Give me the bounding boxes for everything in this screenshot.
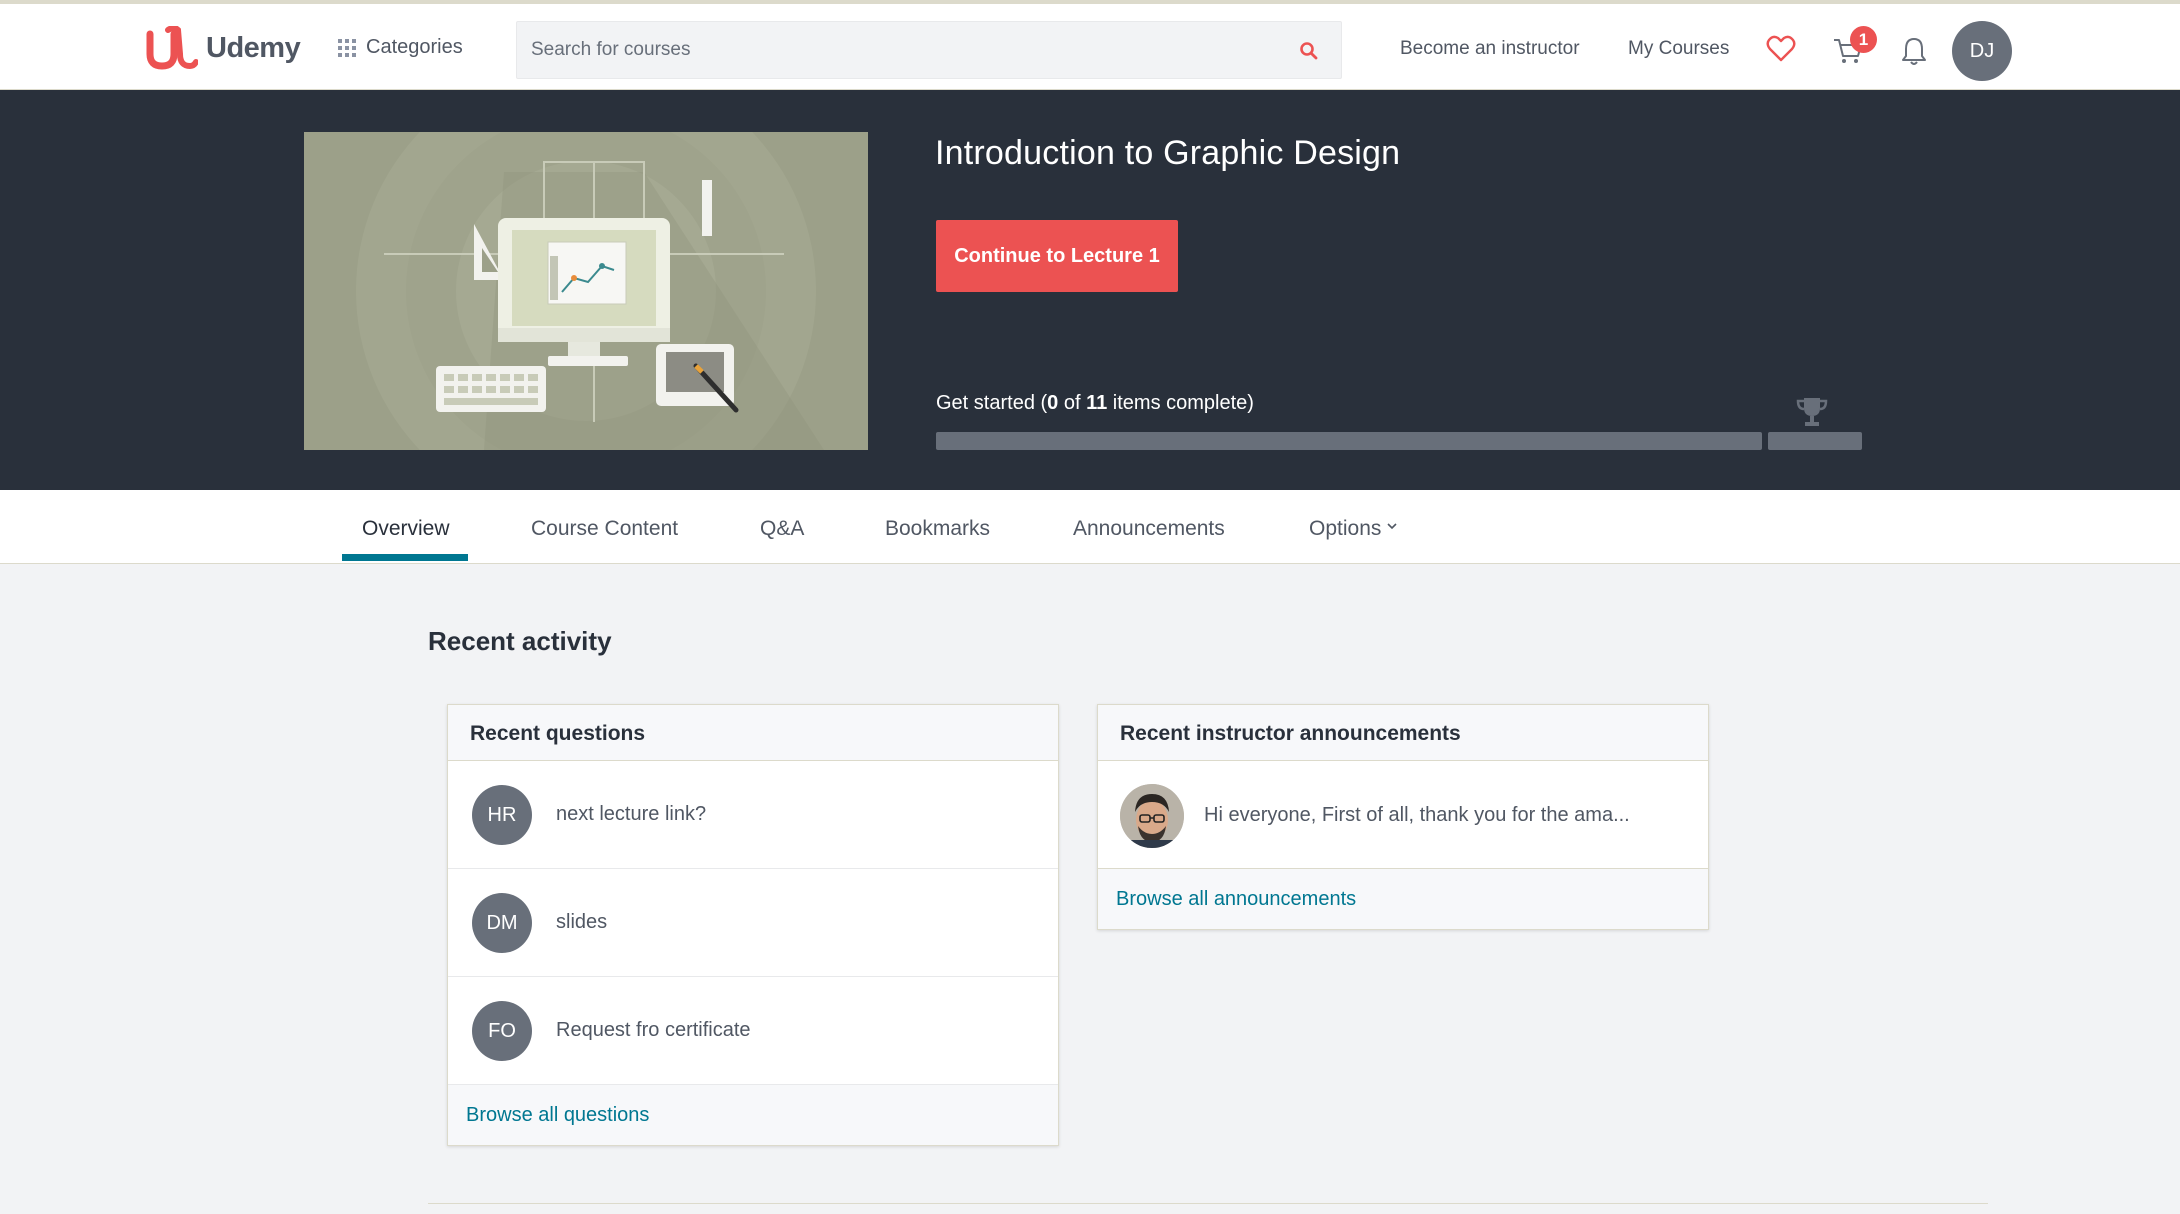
- my-courses-link[interactable]: My Courses: [1628, 38, 1729, 60]
- recent-questions-card: Recent questions HR next lecture link? D…: [447, 704, 1059, 1146]
- question-title[interactable]: slides: [556, 911, 607, 934]
- recent-announcements-header: Recent instructor announcements: [1098, 705, 1708, 761]
- avatar: HR: [472, 785, 532, 845]
- course-tabs: Overview Course Content Q&A Bookmarks An…: [0, 490, 2180, 564]
- search-input[interactable]: [531, 22, 1271, 78]
- udemy-logo-icon: [146, 26, 198, 70]
- recent-activity-heading: Recent activity: [428, 626, 612, 656]
- search-icon[interactable]: [1299, 41, 1319, 61]
- grid-icon: [338, 38, 356, 57]
- progress-completed: 0: [1047, 392, 1059, 414]
- course-thumbnail: [304, 132, 868, 450]
- recent-questions-header: Recent questions: [448, 705, 1058, 761]
- question-row[interactable]: HR next lecture link?: [448, 761, 1058, 869]
- search-bar: [516, 21, 1342, 79]
- top-navigation: Udemy Categories Become an instructor My…: [0, 0, 2180, 90]
- question-row[interactable]: FO Request fro certificate: [448, 977, 1058, 1085]
- categories-label: Categories: [366, 36, 463, 58]
- user-avatar[interactable]: DJ: [1952, 21, 2012, 81]
- become-instructor-link[interactable]: Become an instructor: [1400, 38, 1580, 60]
- course-title: Introduction to Graphic Design: [935, 134, 1401, 172]
- progress-bar: [936, 432, 1762, 450]
- tab-overview[interactable]: Overview: [362, 490, 450, 564]
- section-divider: [428, 1203, 1988, 1204]
- progress-prefix: Get started (: [936, 392, 1048, 414]
- recent-announcements-card: Recent instructor announcements Hi every…: [1097, 704, 1709, 930]
- brand-name: Udemy: [206, 31, 301, 64]
- tab-announcements[interactable]: Announcements: [1073, 490, 1225, 564]
- cart-count-badge: 1: [1850, 26, 1877, 53]
- course-hero: Introduction to Graphic Design Continue …: [0, 90, 2180, 490]
- bell-icon[interactable]: [1900, 36, 1928, 66]
- question-row[interactable]: DM slides: [448, 869, 1058, 977]
- instructor-photo: [1120, 784, 1184, 848]
- instructor-avatar: [1120, 784, 1184, 848]
- chevron-down-icon: [1387, 523, 1397, 530]
- tab-options-label: Options: [1309, 517, 1382, 540]
- tab-bookmarks[interactable]: Bookmarks: [885, 490, 990, 564]
- browse-all-questions-link[interactable]: Browse all questions: [448, 1085, 1058, 1145]
- progress-label: Get started (0 of 11 items complete): [936, 392, 1254, 415]
- progress-of: of: [1058, 392, 1087, 414]
- graphic-design-illustration: [356, 132, 824, 450]
- continue-lecture-button[interactable]: Continue to Lecture 1: [936, 220, 1178, 292]
- tab-options[interactable]: Options: [1309, 490, 1397, 564]
- tab-qa[interactable]: Q&A: [760, 490, 804, 564]
- question-title[interactable]: Request fro certificate: [556, 1019, 751, 1042]
- progress-certificate-segment: [1768, 432, 1862, 450]
- avatar: DM: [472, 893, 532, 953]
- announcement-preview[interactable]: Hi everyone, First of all, thank you for…: [1204, 804, 1630, 827]
- categories-menu[interactable]: Categories: [338, 36, 463, 59]
- avatar: FO: [472, 1001, 532, 1061]
- browse-all-announcements-link[interactable]: Browse all announcements: [1098, 869, 1708, 929]
- question-title[interactable]: next lecture link?: [556, 803, 706, 826]
- progress-suffix: items complete): [1107, 392, 1254, 414]
- announcement-row[interactable]: Hi everyone, First of all, thank you for…: [1098, 761, 1708, 869]
- active-tab-indicator: [342, 554, 468, 561]
- trophy-icon[interactable]: [1795, 396, 1829, 428]
- tab-course-content[interactable]: Course Content: [531, 490, 678, 564]
- udemy-logo[interactable]: Udemy: [146, 26, 301, 70]
- progress-total: 11: [1086, 392, 1108, 414]
- heart-icon[interactable]: [1766, 35, 1796, 63]
